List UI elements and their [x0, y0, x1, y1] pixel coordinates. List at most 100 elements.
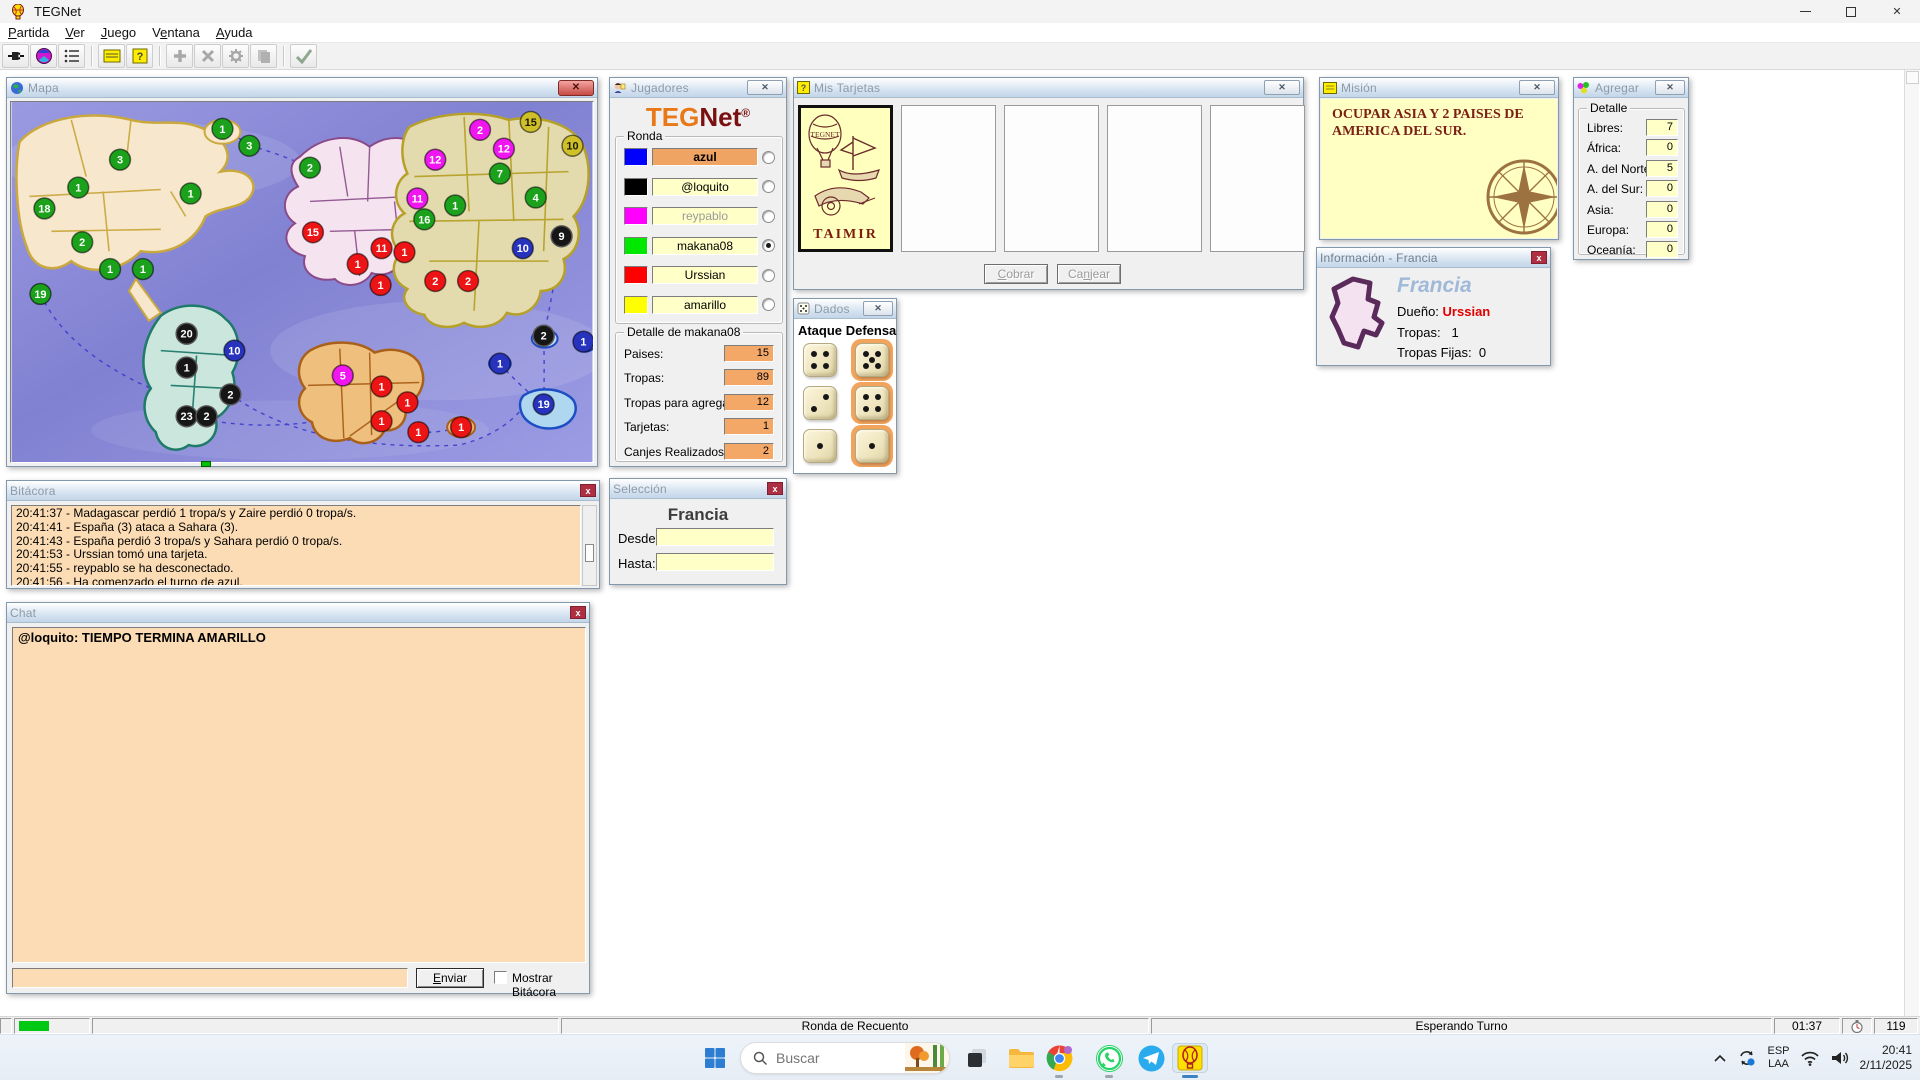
- troop-marker[interactable]: 19: [29, 282, 52, 306]
- troop-marker[interactable]: 1: [572, 330, 593, 353]
- mission-close-button[interactable]: ✕: [1519, 80, 1555, 95]
- troop-marker[interactable]: 1: [98, 257, 122, 281]
- menu-item-partida[interactable]: Partida: [0, 24, 57, 41]
- log-list[interactable]: 20:41:37 - Madagascar perdió 1 tropa/s y…: [11, 505, 581, 586]
- troop-marker[interactable]: 1: [488, 352, 512, 375]
- search-input[interactable]: [776, 1050, 905, 1066]
- troop-marker[interactable]: 11: [370, 237, 393, 260]
- troop-marker[interactable]: 3: [108, 148, 132, 171]
- cobrar-button[interactable]: Cobrar: [984, 264, 1048, 284]
- info-titlebar[interactable]: Información - Francia x: [1317, 248, 1550, 268]
- menu-item-ventana[interactable]: Ventana: [144, 24, 208, 41]
- troop-marker[interactable]: 2: [424, 269, 447, 293]
- troop-marker[interactable]: 1: [370, 410, 393, 433]
- troop-marker[interactable]: 2: [219, 383, 242, 406]
- tegnet-taskbar-button[interactable]: [1172, 1043, 1208, 1078]
- troop-marker[interactable]: 1: [175, 356, 198, 379]
- troop-marker[interactable]: 20: [175, 322, 198, 345]
- sync-icon[interactable]: [1737, 1048, 1757, 1068]
- menu-item-ver[interactable]: Ver: [57, 24, 93, 41]
- players-close-button[interactable]: ✕: [747, 80, 783, 95]
- players-titlebar[interactable]: Jugadores ✕: [610, 78, 786, 98]
- task-view-button[interactable]: [962, 1043, 992, 1073]
- log-scrollbar[interactable]: [582, 505, 597, 586]
- add-close-button[interactable]: ✕: [1655, 80, 1685, 95]
- map-canvas[interactable]: 3 1 1 3 1 18 2 1 1 19 2 12 2 12 11 16 15 11 1 1 2 2 1 15 10 7 4 1 9 1…: [10, 101, 594, 463]
- from-input[interactable]: [656, 528, 774, 546]
- menu-item-ayuda[interactable]: Ayuda: [208, 24, 261, 41]
- show-log-checkbox[interactable]: [494, 971, 507, 984]
- troop-marker[interactable]: 12: [492, 137, 516, 160]
- tray-clock[interactable]: 20:41 2/11/2025: [1860, 1043, 1913, 1073]
- troop-marker[interactable]: 1: [346, 252, 369, 276]
- log-titlebar[interactable]: Bitácora x: [7, 481, 599, 501]
- confirm-button[interactable]: [290, 44, 317, 68]
- list-button[interactable]: [58, 44, 85, 68]
- network-button[interactable]: [30, 44, 57, 68]
- troop-marker[interactable]: 10: [561, 134, 584, 157]
- troop-marker[interactable]: 16: [413, 208, 436, 231]
- troop-marker[interactable]: 1: [449, 416, 473, 439]
- troop-marker[interactable]: 15: [519, 110, 542, 134]
- selection-titlebar[interactable]: Selección x: [610, 479, 786, 499]
- attack-button[interactable]: [194, 44, 221, 68]
- taskbar-search[interactable]: [740, 1042, 950, 1074]
- menu-item-juego[interactable]: Juego: [93, 24, 144, 41]
- troop-marker[interactable]: 1: [369, 273, 392, 297]
- troop-marker[interactable]: 10: [223, 339, 246, 362]
- card-taimir[interactable]: TEGNET TAIMIR: [798, 105, 893, 252]
- chat-input[interactable]: [12, 968, 408, 988]
- to-input[interactable]: [656, 553, 774, 571]
- minimize-button[interactable]: [1782, 0, 1828, 23]
- tray-chevron-icon[interactable]: [1713, 1054, 1727, 1063]
- info-close-button[interactable]: x: [1531, 251, 1547, 264]
- wifi-icon[interactable]: [1800, 1050, 1820, 1066]
- mission-titlebar[interactable]: Misión ✕: [1320, 78, 1558, 98]
- empty-card-slot[interactable]: [1210, 105, 1305, 252]
- app-titlebar[interactable]: TEGNet: [0, 0, 1920, 23]
- troop-marker[interactable]: 2: [195, 405, 218, 428]
- troop-marker[interactable]: 1: [407, 420, 430, 444]
- language-indicator[interactable]: ESP LAA: [1767, 1045, 1789, 1071]
- troop-marker[interactable]: 1: [211, 117, 234, 141]
- maximize-button[interactable]: [1828, 0, 1874, 23]
- troop-marker[interactable]: 1: [179, 182, 202, 205]
- troop-marker[interactable]: 2: [71, 231, 94, 254]
- troop-marker[interactable]: 10: [511, 237, 534, 260]
- start-button[interactable]: [700, 1043, 730, 1073]
- map-close-button[interactable]: ✕: [558, 79, 594, 96]
- selection-close-button[interactable]: x: [767, 482, 783, 495]
- troop-marker[interactable]: 15: [301, 221, 325, 244]
- troop-marker[interactable]: 1: [443, 194, 467, 217]
- troop-marker[interactable]: 2: [468, 118, 492, 142]
- add-titlebar[interactable]: Agregar ✕: [1574, 78, 1688, 98]
- chat-messages[interactable]: @loquito: TIEMPO TERMINA AMARILLO: [12, 627, 586, 963]
- troop-marker[interactable]: 23: [175, 405, 198, 428]
- scrollbar-thumb[interactable]: [585, 544, 594, 562]
- empty-card-slot[interactable]: [1107, 105, 1202, 252]
- log-close-button[interactable]: x: [580, 484, 596, 497]
- send-button[interactable]: Enviar: [416, 968, 484, 988]
- cards-button[interactable]: [98, 44, 125, 68]
- file-explorer-button[interactable]: [1006, 1043, 1036, 1073]
- troop-marker[interactable]: 12: [424, 148, 447, 171]
- troop-marker[interactable]: 4: [524, 186, 547, 209]
- troop-marker[interactable]: 2: [456, 269, 480, 293]
- troop-marker[interactable]: 7: [488, 162, 512, 185]
- volume-icon[interactable]: [1830, 1050, 1850, 1066]
- chat-titlebar[interactable]: Chat x: [7, 603, 589, 623]
- troop-marker[interactable]: 1: [396, 391, 419, 414]
- troop-marker[interactable]: 9: [550, 225, 573, 248]
- troop-marker[interactable]: 2: [298, 156, 322, 179]
- telegram-button[interactable]: [1136, 1043, 1166, 1073]
- chat-close-button[interactable]: x: [570, 606, 586, 619]
- troop-marker[interactable]: 3: [238, 134, 261, 157]
- troop-marker[interactable]: 1: [67, 176, 90, 199]
- whatsapp-button[interactable]: [1094, 1043, 1124, 1078]
- mission-button[interactable]: ?: [126, 44, 153, 68]
- empty-card-slot[interactable]: [901, 105, 996, 252]
- add-troops-button[interactable]: [166, 44, 193, 68]
- player-radio[interactable]: [762, 268, 775, 282]
- regroup-button[interactable]: [222, 44, 249, 68]
- player-radio[interactable]: [762, 239, 775, 252]
